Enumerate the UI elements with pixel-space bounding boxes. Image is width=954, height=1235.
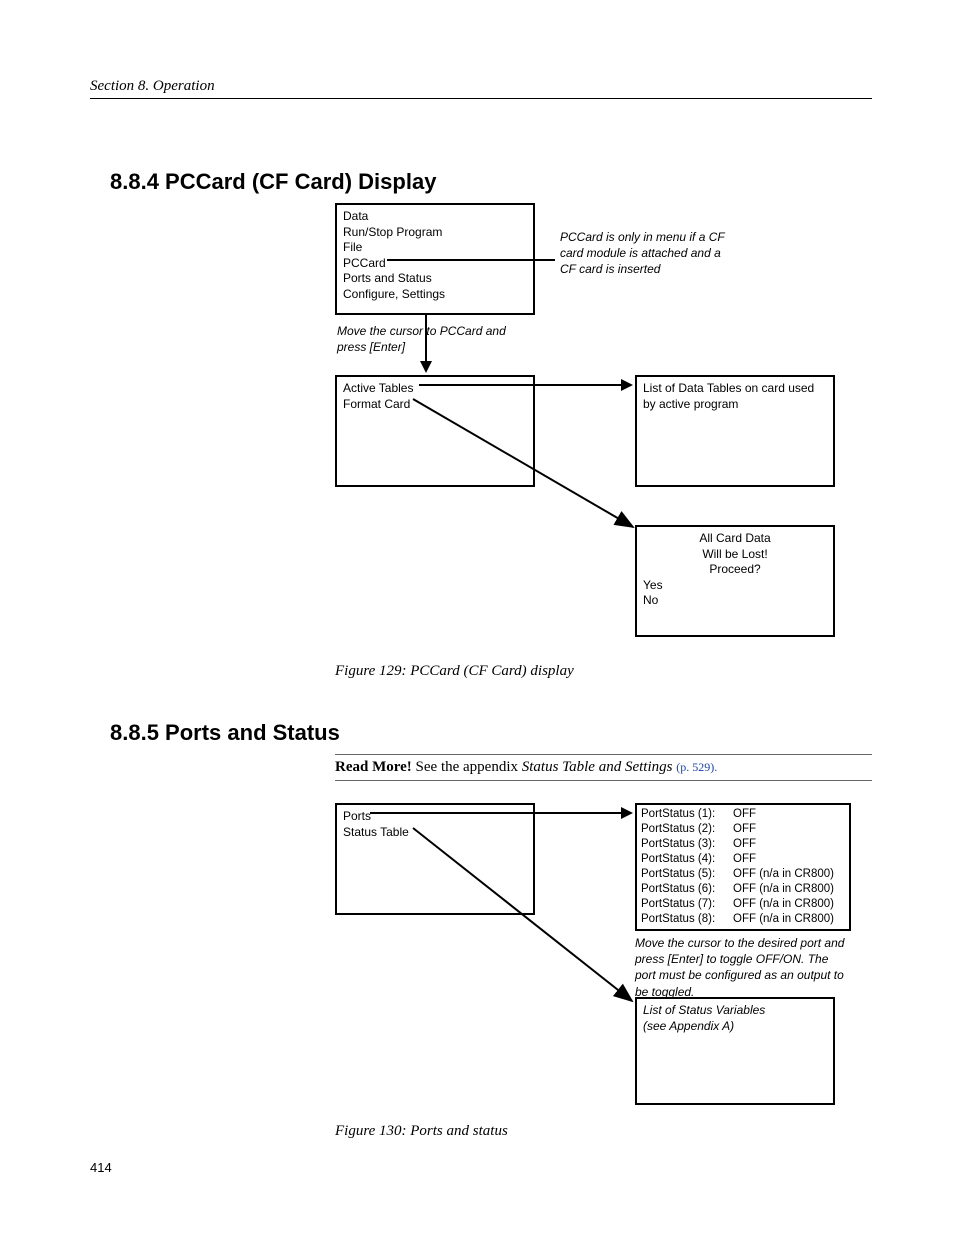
diagram-ports: Ports Status Table PortStatus (1):OFF Po… [335, 803, 872, 1113]
figure-caption-130: Figure 130: Ports and status [335, 1123, 872, 1140]
warning-line: Proceed? [643, 562, 827, 578]
readmore-block: Read More! See the appendix Status Table… [335, 754, 872, 781]
figure-caption-129: Figure 129: PCCard (CF Card) display [335, 663, 872, 680]
warning-option: No [643, 593, 827, 609]
running-header: Section 8. Operation [90, 78, 872, 99]
page: Section 8. Operation 8.8.4 PCCard (CF Ca… [0, 0, 954, 1235]
status-list-box: List of Status Variables (see Appendix A… [635, 997, 835, 1105]
pccard-warning-box: All Card Data Will be Lost! Proceed? Yes… [635, 525, 835, 637]
warning-line: Will be Lost! [643, 547, 827, 563]
diagram-pccard: Data Run/Stop Program File PCCard Ports … [335, 203, 872, 653]
readmore-link[interactable]: (p. 529). [676, 760, 717, 774]
readmore-italic: Status Table and Settings [522, 759, 676, 775]
readmore-bold: Read More! [335, 759, 412, 775]
warning-line: All Card Data [643, 531, 827, 547]
section-heading-pccard: 8.8.4 PCCard (CF Card) Display [110, 169, 872, 195]
warning-option: Yes [643, 578, 827, 594]
page-number: 414 [90, 1160, 112, 1175]
section-heading-ports: 8.8.5 Ports and Status [110, 720, 872, 746]
readmore-plain: See the appendix [412, 759, 522, 775]
